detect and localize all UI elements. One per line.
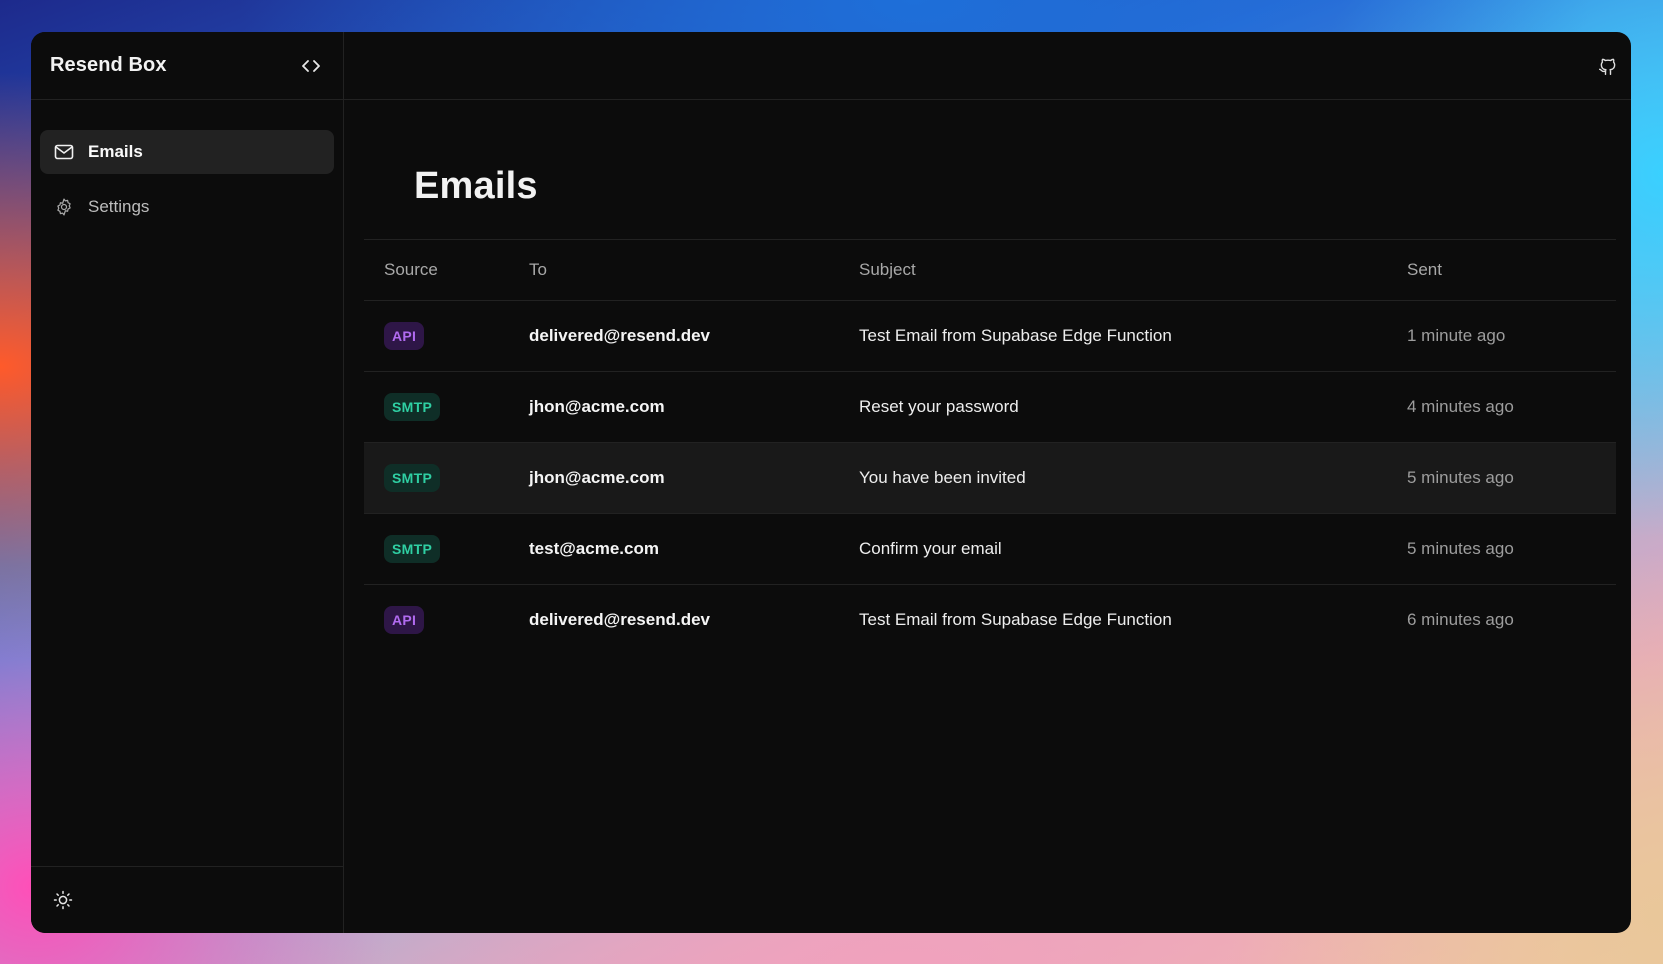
subject-cell: Confirm your email [859, 539, 1002, 558]
sidebar-header: Resend Box [31, 32, 343, 100]
table-header: Source To Subject Sent [364, 239, 1616, 301]
sent-cell: 6 minutes ago [1407, 610, 1514, 629]
column-header-to: To [529, 260, 547, 279]
mail-icon [54, 142, 74, 162]
table-row[interactable]: API delivered@resend.dev Test Email from… [364, 301, 1616, 372]
sent-cell: 1 minute ago [1407, 326, 1506, 345]
code-brackets-icon [302, 59, 320, 72]
table-row[interactable]: SMTP jhon@acme.com Reset your password 4… [364, 372, 1616, 443]
source-badge: API [384, 606, 425, 634]
main-panel: Emails Source To Subject Sent API delive… [344, 32, 1631, 933]
sidebar-item-label: Emails [88, 142, 143, 161]
source-badge: API [384, 322, 425, 350]
content: Emails Source To Subject Sent API delive… [344, 100, 1631, 655]
source-badge: SMTP [384, 393, 441, 421]
topbar [344, 32, 1631, 100]
source-cell: API [364, 606, 509, 634]
source-cell: API [364, 322, 509, 350]
sidebar-item-emails[interactable]: Emails [40, 130, 334, 174]
column-header-source: Source [384, 260, 438, 279]
column-header-subject: Subject [859, 260, 916, 279]
sidebar-footer [31, 866, 343, 933]
to-cell: delivered@resend.dev [529, 610, 710, 629]
to-cell: delivered@resend.dev [529, 326, 710, 345]
github-link-button[interactable] [1596, 54, 1620, 78]
to-cell: test@acme.com [529, 539, 659, 558]
sidebar-item-label: Settings [88, 197, 150, 216]
source-badge: SMTP [384, 535, 441, 563]
app-window: Resend Box Emails Settings Emails Source… [31, 32, 1631, 933]
sidebar-item-settings[interactable]: Settings [40, 185, 334, 229]
subject-cell: Test Email from Supabase Edge Function [859, 610, 1172, 629]
sent-cell: 5 minutes ago [1407, 468, 1514, 487]
subject-cell: You have been invited [859, 468, 1026, 487]
source-cell: SMTP [364, 535, 509, 563]
sidebar-nav: Emails Settings [31, 100, 343, 866]
theme-toggle-button[interactable] [52, 889, 74, 911]
sidebar: Resend Box Emails Settings [31, 32, 344, 933]
to-cell: jhon@acme.com [529, 468, 665, 487]
subject-cell: Reset your password [859, 397, 1019, 416]
table-row[interactable]: SMTP test@acme.com Confirm your email 5 … [364, 514, 1616, 585]
source-cell: SMTP [364, 393, 509, 421]
table-row[interactable]: API delivered@resend.dev Test Email from… [364, 585, 1616, 655]
sent-cell: 4 minutes ago [1407, 397, 1514, 416]
column-header-sent: Sent [1407, 260, 1442, 279]
source-badge: SMTP [384, 464, 441, 492]
source-cell: SMTP [364, 464, 509, 492]
app-title: Resend Box [50, 54, 167, 76]
emails-table: Source To Subject Sent API delivered@res… [364, 239, 1616, 655]
collapse-sidebar-button[interactable] [297, 52, 325, 80]
sun-icon [53, 890, 73, 910]
gear-icon [54, 197, 74, 217]
github-icon [1598, 58, 1616, 75]
to-cell: jhon@acme.com [529, 397, 665, 416]
subject-cell: Test Email from Supabase Edge Function [859, 326, 1172, 345]
sent-cell: 5 minutes ago [1407, 539, 1514, 558]
table-row[interactable]: SMTP jhon@acme.com You have been invited… [364, 443, 1616, 514]
page-title: Emails [414, 165, 538, 207]
